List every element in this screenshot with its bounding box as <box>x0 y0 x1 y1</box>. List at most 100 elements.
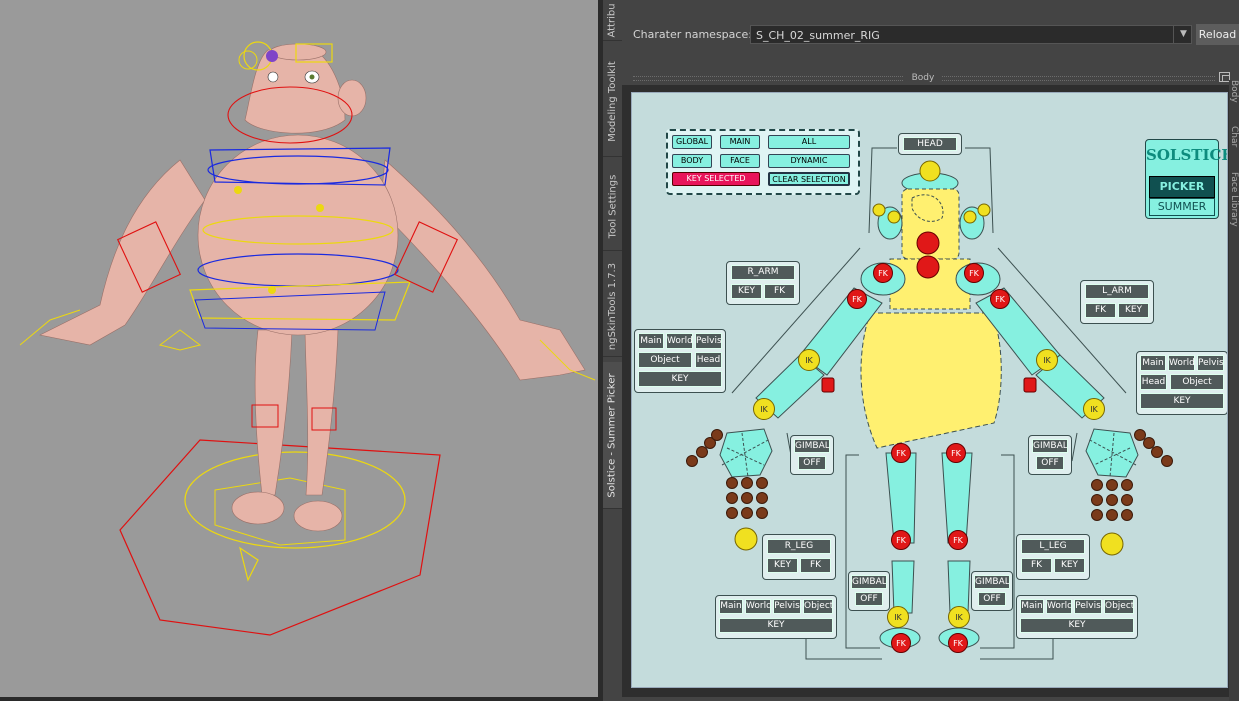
r-arm-space-object[interactable]: Object <box>638 352 692 368</box>
l-leg-space-main[interactable]: Main <box>1020 599 1044 614</box>
r-arm-gimbal-off[interactable]: OFF <box>798 456 826 470</box>
body-picker-canvas: FK FK FK FK IK IK IK IK FK FK FK FK IK I… <box>631 92 1228 688</box>
l-arm-space-key[interactable]: KEY <box>1140 393 1224 409</box>
clear-selection-button[interactable]: CLEAR SELECTION <box>768 172 850 186</box>
r-arm-gimbal-group: GIMBAL OFF <box>790 435 834 475</box>
main-button[interactable]: MAIN <box>720 135 760 149</box>
logo-character: SUMMER <box>1149 198 1215 216</box>
r-arm-title[interactable]: R_ARM <box>731 265 795 280</box>
all-button[interactable]: ALL <box>768 135 850 149</box>
l-upperarm-fk-control[interactable]: FK <box>990 289 1010 309</box>
l-arm-space-world[interactable]: World <box>1168 355 1195 371</box>
r-leg-gimbal-off[interactable]: OFF <box>855 592 883 606</box>
r-leg-space-world[interactable]: World <box>745 599 771 614</box>
l-arm-title[interactable]: L_ARM <box>1085 284 1149 299</box>
l-leg-gimbal-off[interactable]: OFF <box>978 592 1006 606</box>
l-shoulder-fk-control[interactable]: FK <box>964 263 984 283</box>
chevron-down-icon[interactable]: ▼ <box>1173 25 1193 44</box>
l-leg-space-pelvis[interactable]: Pelvis <box>1074 599 1102 614</box>
l-arm-space-head[interactable]: Head <box>1140 374 1167 390</box>
tab-tool-settings[interactable]: Tool Settings <box>603 162 622 251</box>
l-arm-space-pelvis[interactable]: Pelvis <box>1197 355 1224 371</box>
l-arm-fk-button[interactable]: FK <box>1085 303 1116 318</box>
r-arm-gimbal-label[interactable]: GIMBAL <box>794 439 830 453</box>
r-leg-space-group: Main World Pelvis Object KEY <box>715 595 837 639</box>
l-foot-ik-control[interactable]: IK <box>948 606 970 628</box>
r-leg-title[interactable]: R_LEG <box>767 539 831 554</box>
l-arm-gimbal-off[interactable]: OFF <box>1036 456 1064 470</box>
l-leg-space-group: Main World Pelvis Object KEY <box>1016 595 1138 639</box>
side-tab-bar: Attribu Modeling Toolkit Tool Settings n… <box>603 0 622 701</box>
namespace-label: Charater namespace: <box>633 28 752 41</box>
l-elbow-ik-control[interactable]: IK <box>1036 349 1058 371</box>
tab-char[interactable]: Char <box>1229 126 1239 160</box>
body-mesh[interactable] <box>197 134 399 336</box>
reload-button[interactable]: Reload <box>1196 24 1239 45</box>
tab-ngskintools[interactable]: ngSkinTools 1.7.3 <box>603 256 622 357</box>
r-arm-group: R_ARM KEY FK <box>726 261 800 305</box>
root-control-curve[interactable] <box>119 439 441 636</box>
l-wrist-ik-control[interactable]: IK <box>1083 398 1105 420</box>
l-hip-fk-control[interactable]: FK <box>946 443 966 463</box>
r-toe-fk-control[interactable]: FK <box>891 633 911 653</box>
l-leg-fk-button[interactable]: FK <box>1021 558 1052 573</box>
l-leg-key-button[interactable]: KEY <box>1054 558 1085 573</box>
r-leg-space-pelvis[interactable]: Pelvis <box>773 599 801 614</box>
l-arm-gimbal-label[interactable]: GIMBAL <box>1032 439 1068 453</box>
key-selected-button[interactable]: KEY SELECTED <box>672 172 760 186</box>
l-leg-gimbal-label[interactable]: GIMBAL <box>974 575 1010 589</box>
r-foot-ik-control[interactable]: IK <box>887 606 909 628</box>
r-leg-space-main[interactable]: Main <box>719 599 743 614</box>
r-leg-space-object[interactable]: Object <box>803 599 833 614</box>
character-model-view[interactable] <box>0 0 598 701</box>
l-arm-space-object[interactable]: Object <box>1170 374 1224 390</box>
tab-modeling-toolkit[interactable]: Modeling Toolkit <box>603 46 622 157</box>
face-button[interactable]: FACE <box>720 154 760 168</box>
l-leg-space-object[interactable]: Object <box>1104 599 1134 614</box>
r-arm-space-main[interactable]: Main <box>638 333 664 349</box>
l-arm-key-button[interactable]: KEY <box>1118 303 1149 318</box>
l-knee-fk-control[interactable]: FK <box>948 530 968 550</box>
r-shoulder-fk-control[interactable]: FK <box>873 263 893 283</box>
tab-attribute-editor[interactable]: Attribu <box>603 0 622 41</box>
r-hip-fk-control[interactable]: FK <box>891 443 911 463</box>
l-leg-space-world[interactable]: World <box>1046 599 1072 614</box>
global-selection-group: GLOBAL MAIN ALL BODY FACE DYNAMIC KEY SE… <box>666 129 860 195</box>
r-leg-key-button[interactable]: KEY <box>767 558 798 573</box>
tab-body[interactable]: Body <box>1229 80 1239 114</box>
tab-face-library[interactable]: Face Library <box>1229 172 1239 242</box>
l-leg-space-key[interactable]: KEY <box>1020 618 1134 633</box>
r-upperarm-fk-control[interactable]: FK <box>847 289 867 309</box>
l-arm-gimbal-group: GIMBAL OFF <box>1028 435 1072 475</box>
l-leg-group: L_LEG FK KEY <box>1016 534 1090 580</box>
r-arm-space-head[interactable]: Head <box>695 352 722 368</box>
right-tab-strip: Body Char Face Library <box>1229 80 1239 701</box>
l-toe-fk-control[interactable]: FK <box>948 633 968 653</box>
r-wrist-ik-control[interactable]: IK <box>753 398 775 420</box>
tab-summer-picker[interactable]: Solstice - Summer Picker <box>603 362 622 509</box>
l-arm-space-group: Main World Pelvis Head Object KEY <box>1136 351 1227 415</box>
r-elbow-ik-control[interactable]: IK <box>798 349 820 371</box>
r-leg-space-key[interactable]: KEY <box>719 618 833 633</box>
r-knee-fk-control[interactable]: FK <box>891 530 911 550</box>
r-arm-space-group: Main World Pelvis Object Head KEY <box>634 329 726 393</box>
head-button[interactable]: HEAD <box>903 137 957 151</box>
r-leg-gimbal-label[interactable]: GIMBAL <box>851 575 887 589</box>
r-arm-space-world[interactable]: World <box>666 333 693 349</box>
global-button[interactable]: GLOBAL <box>672 135 712 149</box>
dynamic-button[interactable]: DYNAMIC <box>768 154 850 168</box>
main-control-curve[interactable] <box>184 451 406 549</box>
head-group: HEAD <box>898 133 962 155</box>
r-arm-fk-button[interactable]: FK <box>764 284 795 299</box>
l-leg-title[interactable]: L_LEG <box>1021 539 1085 554</box>
3d-viewport[interactable] <box>0 0 598 701</box>
r-arm-key-button[interactable]: KEY <box>731 284 762 299</box>
namespace-dropdown[interactable]: S_CH_02_summer_RIG <box>750 25 1192 44</box>
body-button[interactable]: BODY <box>672 154 712 168</box>
r-arm-space-key[interactable]: KEY <box>638 371 722 387</box>
r-arm-space-pelvis[interactable]: Pelvis <box>695 333 722 349</box>
viewport-bottom-bar <box>0 697 598 701</box>
l-arm-space-main[interactable]: Main <box>1140 355 1166 371</box>
r-leg-fk-button[interactable]: FK <box>800 558 831 573</box>
r-leg-gimbal-group: GIMBAL OFF <box>848 571 890 611</box>
